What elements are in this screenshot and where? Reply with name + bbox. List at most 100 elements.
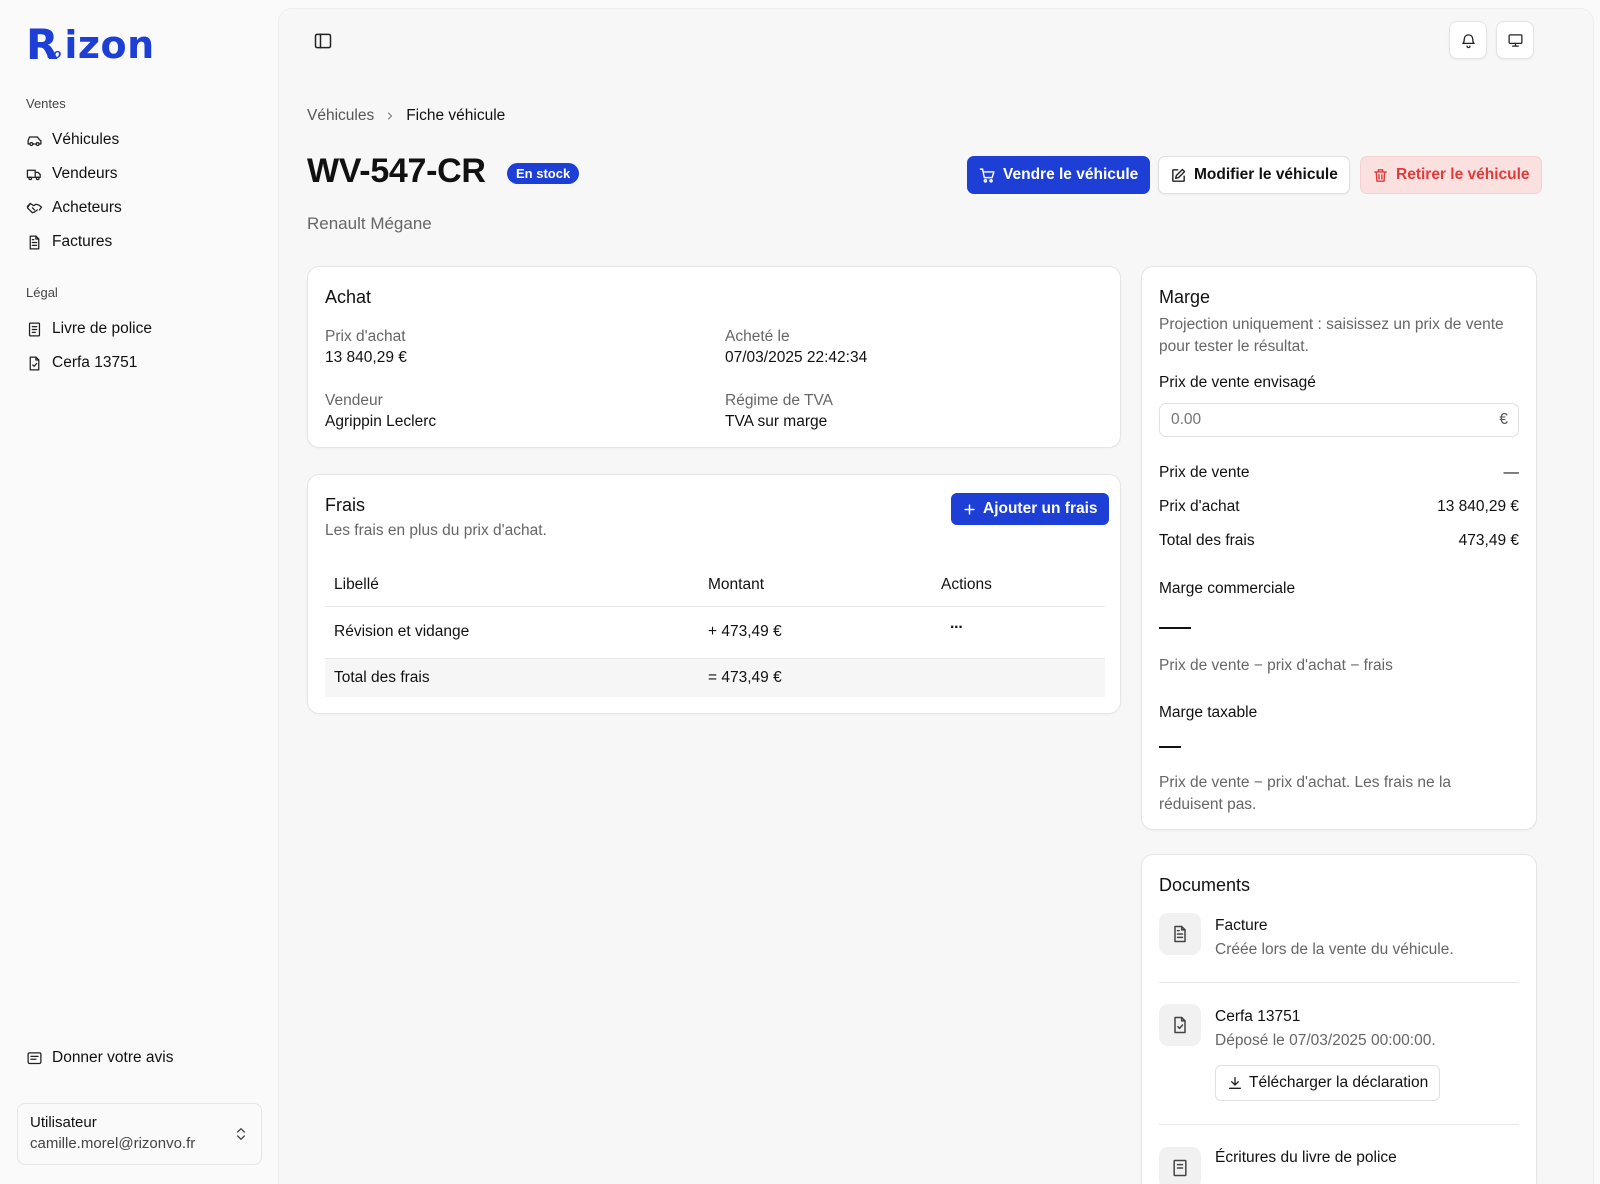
documents-divider (1159, 1124, 1519, 1125)
margin-card: Marge Projection uniquement : saisissez … (1141, 266, 1537, 830)
breadcrumb-current: Fiche véhicule (406, 107, 506, 124)
truck-icon (26, 166, 43, 183)
handshake-icon (26, 200, 43, 217)
feedback-label: Donner votre avis (52, 1049, 174, 1066)
vat-value: TVA sur marge (725, 413, 828, 430)
trash-icon (1372, 167, 1389, 184)
sidebar: R vo izon Ventes Véhicules Vendeurs Ache… (0, 0, 278, 1184)
invoice-doc-icon (1159, 913, 1201, 955)
bell-icon (1460, 32, 1477, 49)
margin-purchase-price-label: Prix d'achat (1159, 498, 1240, 515)
invoice-subtitle: Créée lors de la vente du véhicule. (1215, 941, 1454, 958)
vehicle-model: Renault Mégane (307, 214, 432, 233)
cerfa-title: Cerfa 13751 (1215, 1008, 1301, 1025)
notifications-button[interactable] (1449, 21, 1487, 59)
sale-price-input-label: Prix de vente envisagé (1159, 374, 1316, 391)
file-text-icon (26, 234, 43, 251)
fee-label: Révision et vidange (334, 623, 470, 640)
documents-divider (1159, 982, 1519, 983)
fees-title: Frais (325, 495, 365, 515)
seller-value: Agrippin Leclerc (325, 413, 437, 430)
police-book-doc-icon (1159, 1147, 1201, 1184)
margin-fees-total-value: 473,49 € (1458, 532, 1519, 549)
sell-vehicle-button[interactable]: Vendre le véhicule (967, 156, 1151, 194)
sidebar-toggle-icon[interactable] (313, 31, 335, 53)
taxable-margin-empty (1159, 746, 1181, 748)
cerfa-subtitle: Déposé le 07/03/2025 00:00:00. (1215, 1032, 1436, 1049)
download-declaration-button[interactable]: Télécharger la déclaration (1215, 1065, 1441, 1101)
police-book-title: Écritures du livre de police (1215, 1149, 1397, 1166)
commercial-margin-empty (1159, 627, 1191, 629)
breadcrumb: Véhicules Fiche véhicule (307, 107, 505, 125)
fees-card: Frais Les frais en plus du prix d'achat.… (307, 474, 1121, 714)
taxable-margin-label: Marge taxable (1159, 704, 1258, 721)
seller-label: Vendeur (325, 392, 383, 409)
download-icon (1227, 1075, 1243, 1091)
commercial-margin-label: Marge commerciale (1159, 580, 1296, 597)
nav-group-ventes: Ventes (26, 96, 66, 111)
purchase-price-value: 13 840,29 € (325, 349, 407, 366)
sidebar-item-factures[interactable]: Factures (26, 230, 112, 254)
sidebar-item-cerfa[interactable]: Cerfa 13751 (26, 351, 137, 375)
main-content: Véhicules Fiche véhicule WV-547-CR En st… (278, 8, 1594, 1184)
taxable-margin-formula: Prix de vente − prix d'achat. Les frais … (1159, 774, 1452, 813)
purchase-card: Achat Prix d'achat 13 840,29 € Acheté le… (307, 266, 1121, 448)
page-title: WV-547-CR (307, 152, 486, 190)
purchase-price-label: Prix d'achat (325, 328, 406, 345)
column-header-label: Libellé (334, 576, 379, 593)
fees-total-value: = 473,49 € (708, 669, 782, 686)
cart-icon (979, 167, 996, 184)
sidebar-item-label: Livre de police (52, 320, 152, 337)
sell-vehicle-label: Vendre le véhicule (1003, 166, 1139, 183)
sidebar-item-label: Vendeurs (52, 165, 118, 182)
edit-vehicle-label: Modifier le véhicule (1194, 166, 1338, 183)
edit-vehicle-button[interactable]: Modifier le véhicule (1158, 156, 1350, 194)
plus-icon (962, 502, 977, 517)
sidebar-item-label: Factures (52, 233, 113, 250)
sidebar-item-livre-de-police[interactable]: Livre de police (26, 317, 152, 341)
remove-vehicle-label: Retirer le véhicule (1396, 166, 1530, 183)
sale-price-label: Prix de vente (1159, 464, 1250, 481)
sidebar-item-acheteurs[interactable]: Acheteurs (26, 196, 122, 220)
chevron-right-icon (384, 110, 396, 122)
breadcrumb-vehicules[interactable]: Véhicules (307, 107, 374, 125)
sale-price-field[interactable]: € (1159, 403, 1519, 437)
remove-vehicle-button[interactable]: Retirer le véhicule (1360, 156, 1542, 194)
display-button[interactable] (1496, 21, 1534, 59)
sale-price-input[interactable] (1171, 411, 1471, 429)
download-declaration-label: Télécharger la déclaration (1249, 1074, 1429, 1091)
fees-subtitle: Les frais en plus du prix d'achat. (325, 522, 547, 539)
commercial-margin-formula: Prix de vente − prix d'achat − frais (1159, 657, 1393, 674)
purchase-date-label: Acheté le (725, 328, 790, 345)
brand-logo[interactable]: R vo izon (26, 23, 155, 67)
margin-purchase-price-value: 13 840,29 € (1437, 498, 1519, 515)
documents-card: Documents Facture Créée lors de la vente… (1141, 854, 1537, 1184)
file-check-icon (26, 355, 43, 372)
sidebar-item-label: Acheteurs (52, 199, 122, 216)
fee-amount: + 473,49 € (708, 623, 782, 640)
feedback-link[interactable]: Donner votre avis (26, 1046, 173, 1070)
sidebar-item-vendeurs[interactable]: Vendeurs (26, 162, 118, 186)
fees-total-label: Total des frais (334, 669, 430, 686)
margin-description: Projection uniquement : saisissez un pri… (1159, 316, 1504, 355)
book-icon (1170, 1158, 1190, 1178)
logo-text: izon (64, 23, 155, 67)
sale-price-value: — (1503, 464, 1520, 481)
margin-fees-total-label: Total des frais (1159, 532, 1255, 549)
cerfa-doc-icon (1159, 1004, 1201, 1046)
sidebar-item-label: Cerfa 13751 (52, 354, 138, 371)
edit-icon (1170, 167, 1187, 184)
logo-vo: vo (46, 46, 62, 61)
sidebar-item-vehicules[interactable]: Véhicules (26, 128, 119, 152)
status-badge: En stock (507, 163, 580, 184)
table-divider (325, 606, 1105, 607)
add-fee-label: Ajouter un frais (983, 500, 1098, 517)
add-fee-button[interactable]: Ajouter un frais (951, 493, 1109, 525)
row-actions-button[interactable]: ··· (950, 619, 963, 637)
sidebar-item-label: Véhicules (52, 131, 120, 148)
margin-title: Marge (1159, 287, 1211, 307)
user-menu[interactable]: Utilisateur camille.morel@rizonvo.fr (17, 1103, 262, 1165)
nav-group-legal: Légal (26, 285, 58, 300)
chevrons-up-down-icon (233, 1126, 249, 1142)
column-header-actions: Actions (941, 576, 992, 593)
